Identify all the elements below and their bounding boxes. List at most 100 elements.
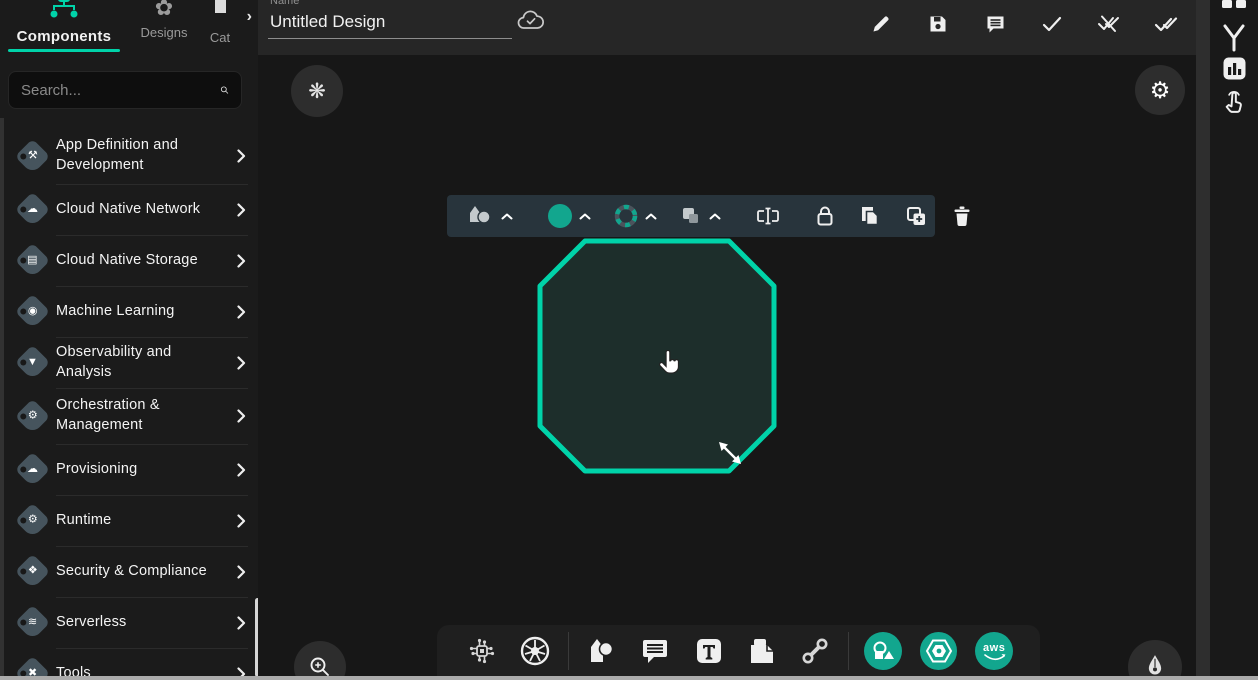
gcp-button[interactable] xyxy=(920,632,958,670)
copy-add-icon xyxy=(905,205,928,227)
copy-add-button[interactable] xyxy=(898,205,935,227)
shapes-tool-button[interactable] xyxy=(575,629,628,673)
chevron-right-icon xyxy=(232,254,250,268)
sidebar-item-serverless[interactable]: ≋ Serverless xyxy=(0,597,258,648)
tab-components-label: Components xyxy=(17,28,112,45)
serverless-tag-icon: ≋ xyxy=(14,605,49,640)
sidebar-item-app-definition[interactable]: ⚒ App Definition and Development xyxy=(0,128,258,184)
shape-picker-button[interactable] xyxy=(460,204,520,228)
category-label: Machine Learning xyxy=(56,302,232,322)
sidebar-item-cloud-native-network[interactable]: ☁ Cloud Native Network xyxy=(0,184,258,235)
tabs-scroll-right-icon[interactable]: › xyxy=(247,8,252,26)
edge-icon xyxy=(800,636,830,666)
design-name-input[interactable] xyxy=(268,10,512,39)
edge-tool-button[interactable] xyxy=(789,629,842,673)
category-label: Cloud Native Storage xyxy=(56,251,232,271)
zoom-in-icon xyxy=(309,656,331,678)
pen-tool-button[interactable] xyxy=(1128,640,1182,680)
fill-color-button[interactable] xyxy=(540,203,598,229)
sidebar-item-runtime[interactable]: ⚙ Runtime xyxy=(0,495,258,546)
delete-button[interactable] xyxy=(945,205,979,227)
undeploy-crossed-check-icon[interactable] xyxy=(1097,12,1121,36)
interact-hand-icon[interactable] xyxy=(1210,90,1258,116)
category-list: ⚒ App Definition and Development ☁ Cloud… xyxy=(0,128,258,680)
kubernetes-icon xyxy=(519,635,551,667)
sidebar-item-cloud-native-storage[interactable]: ▤ Cloud Native Storage xyxy=(0,235,258,286)
validate-check-icon[interactable] xyxy=(1040,12,1064,36)
trash-icon xyxy=(952,205,972,227)
sidebar-item-observability[interactable]: ▼ Observability and Analysis xyxy=(0,337,258,388)
save-icon[interactable] xyxy=(926,12,950,36)
chevron-up-icon xyxy=(501,213,513,220)
snowflake-icon: ❋ xyxy=(308,79,326,104)
tab-designs-label: Designs xyxy=(141,25,188,40)
category-label: App Definition and Development xyxy=(56,136,232,175)
canvas-settings-button[interactable]: ⚙ xyxy=(1135,65,1185,115)
category-label: Observability and Analysis xyxy=(56,343,232,382)
security-tag-icon: ❖ xyxy=(14,554,49,589)
stroke-style-button[interactable] xyxy=(606,203,664,229)
observability-tag-icon: ▼ xyxy=(14,345,49,380)
horizontal-scrollbar[interactable] xyxy=(0,676,1258,680)
grid-icon[interactable] xyxy=(1210,0,1258,9)
arrange-button[interactable] xyxy=(672,205,728,227)
category-label: Serverless xyxy=(56,613,232,633)
chevron-up-icon xyxy=(645,213,657,220)
runtime-tag-icon: ⚙ xyxy=(14,503,49,538)
aws-smile-icon xyxy=(984,653,1006,663)
chevron-right-icon xyxy=(232,463,250,477)
active-tab-underline xyxy=(8,49,120,52)
fill-color-icon xyxy=(547,203,573,229)
category-label: Security & Compliance xyxy=(56,562,232,582)
chevron-right-icon xyxy=(232,149,250,163)
dock-separator xyxy=(568,632,569,670)
app-window: Components ✿ Designs Cat › xyxy=(0,0,1258,680)
search-icon[interactable] xyxy=(220,80,229,100)
design-canvas[interactable]: ❋ ⚙ xyxy=(258,55,1196,677)
octagon-node[interactable] xyxy=(537,238,777,474)
lock-button[interactable] xyxy=(808,205,842,227)
chevron-right-icon xyxy=(232,203,250,217)
app-definition-tag-icon: ⚒ xyxy=(14,138,49,173)
canvas-scrollbar[interactable] xyxy=(1196,0,1210,677)
comment-icon xyxy=(640,637,670,665)
comment-tool-button[interactable] xyxy=(628,629,681,673)
freeze-button[interactable]: ❋ xyxy=(291,65,343,117)
category-label: Provisioning xyxy=(56,460,232,480)
text-tool-button[interactable] xyxy=(682,629,735,673)
zoom-in-button[interactable] xyxy=(294,641,346,680)
design-header: Name xyxy=(258,0,1196,55)
network-tag-icon: ☁ xyxy=(14,192,49,227)
orchestration-tag-icon: ⚙ xyxy=(14,398,49,433)
cloud-saved-icon xyxy=(516,9,546,38)
edit-icon[interactable] xyxy=(869,12,893,36)
name-field-label: Name xyxy=(270,0,299,7)
shapes-library-button[interactable] xyxy=(864,632,902,670)
rename-button[interactable] xyxy=(748,206,788,226)
tab-catalog[interactable]: Cat xyxy=(200,0,240,58)
sidebar-item-security[interactable]: ❖ Security & Compliance xyxy=(0,546,258,597)
category-label: Orchestration & Management xyxy=(56,396,232,435)
chevron-right-icon xyxy=(232,356,250,370)
kubernetes-tool-button[interactable] xyxy=(508,629,561,673)
tab-designs[interactable]: ✿ Designs xyxy=(128,0,200,58)
note-icon xyxy=(747,637,777,665)
note-tool-button[interactable] xyxy=(735,629,788,673)
chart-icon[interactable] xyxy=(1210,57,1258,80)
gcp-hexagon-icon xyxy=(925,638,953,664)
provisioning-tag-icon: ☁ xyxy=(14,452,49,487)
deploy-double-check-icon[interactable] xyxy=(1154,12,1178,36)
tab-components[interactable]: Components xyxy=(0,0,128,58)
components-icon xyxy=(47,0,81,26)
duplicate-button[interactable] xyxy=(852,205,888,227)
kanvas-y-icon[interactable] xyxy=(1210,24,1258,52)
storage-tag-icon: ▤ xyxy=(14,243,49,278)
stroke-style-icon xyxy=(613,203,639,229)
search-input[interactable] xyxy=(21,82,220,99)
sidebar-item-provisioning[interactable]: ☁ Provisioning xyxy=(0,444,258,495)
comments-icon[interactable] xyxy=(983,12,1007,36)
sidebar-item-orchestration[interactable]: ⚙ Orchestration & Management xyxy=(0,388,258,444)
component-tool-button[interactable] xyxy=(455,629,508,673)
aws-button[interactable]: aws xyxy=(975,632,1013,670)
sidebar-item-machine-learning[interactable]: ◉ Machine Learning xyxy=(0,286,258,337)
